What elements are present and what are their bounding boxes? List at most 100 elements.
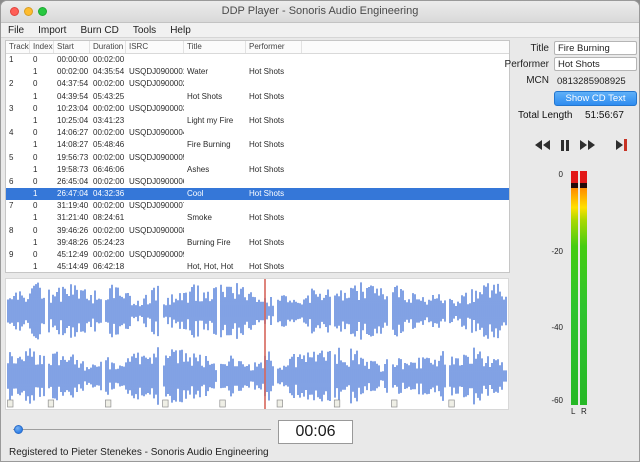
table-row[interactable]: 4 0 14:06:27 00:02:00 USQDJ0900004 bbox=[6, 127, 509, 139]
cell-title bbox=[184, 152, 246, 164]
cell-duration: 04:35:54 bbox=[93, 67, 125, 77]
col-header-isrc[interactable]: ISRC bbox=[126, 41, 184, 53]
menu-item-import[interactable]: Import bbox=[38, 25, 66, 36]
pause-button[interactable] bbox=[560, 139, 570, 152]
pause-icon bbox=[566, 139, 569, 151]
cell-performer bbox=[246, 225, 302, 237]
cell-spacer bbox=[302, 200, 509, 212]
table-row[interactable]: 9 0 45:12:49 00:02:00 USQDJ0900009 bbox=[6, 249, 509, 261]
col-header-title[interactable]: Title bbox=[184, 41, 246, 53]
cell-isrc bbox=[126, 188, 184, 200]
table-row[interactable]: 1 14:08:27 05:48:46 Fire Burning Hot Sho… bbox=[6, 139, 509, 151]
waveform-display[interactable] bbox=[5, 278, 509, 410]
cell-title: Light my Fire bbox=[187, 115, 234, 125]
zoom-slider[interactable] bbox=[13, 424, 271, 435]
cell-duration: 00:02:00 bbox=[93, 250, 125, 259]
cell-duration: 06:42:18 bbox=[93, 262, 125, 272]
table-row[interactable]: 7 0 31:19:40 00:02:00 USQDJ0900007 bbox=[6, 200, 509, 212]
track-marker-icon bbox=[391, 399, 398, 408]
col-header-track[interactable]: Track bbox=[6, 41, 30, 53]
cell-start: 19:58:73 bbox=[57, 164, 89, 174]
cell-title bbox=[184, 200, 246, 212]
cell-duration: 00:02:00 bbox=[93, 128, 125, 138]
cell-performer: Hot Shots bbox=[249, 140, 285, 150]
cell-start: 39:46:26 bbox=[57, 225, 89, 235]
col-header-index[interactable]: Index bbox=[30, 41, 54, 53]
cell-start: 19:56:73 bbox=[57, 152, 89, 162]
meter-clip-led bbox=[571, 171, 578, 183]
skip-to-end-marker-icon bbox=[624, 139, 627, 151]
table-row[interactable]: 1 04:39:54 05:43:25 Hot Shots Hot Shots bbox=[6, 91, 509, 103]
track-marker-icon bbox=[7, 399, 14, 408]
cell-isrc bbox=[126, 139, 184, 151]
cell-isrc: USQDJ0900005 bbox=[129, 152, 184, 162]
cell-isrc bbox=[126, 54, 184, 66]
cell-index: 0 bbox=[33, 79, 38, 89]
cell-duration: 03:41:23 bbox=[93, 115, 125, 125]
cell-start: 26:47:04 bbox=[57, 189, 89, 199]
cell-start: 31:19:40 bbox=[57, 201, 89, 211]
skip-to-end-button[interactable] bbox=[615, 138, 628, 152]
cell-spacer bbox=[302, 54, 509, 66]
table-row[interactable]: 1 26:47:04 04:32:36 Cool Hot Shots bbox=[6, 188, 509, 201]
cell-duration: 05:43:25 bbox=[93, 91, 125, 101]
table-row[interactable]: 1 45:14:49 06:42:18 Hot, Hot, Hot Hot Sh… bbox=[6, 261, 509, 272]
cell-start: 14:06:27 bbox=[57, 128, 89, 138]
cell-duration: 00:02:00 bbox=[93, 225, 125, 235]
cell-index: 1 bbox=[33, 67, 38, 77]
cell-performer: Hot Shots bbox=[249, 237, 285, 247]
cell-duration: 00:02:00 bbox=[93, 176, 125, 186]
menu-item-file[interactable]: File bbox=[8, 25, 24, 36]
menu-item-burn-cd[interactable]: Burn CD bbox=[80, 25, 118, 36]
table-row[interactable]: 1 10:25:04 03:41:23 Light my Fire Hot Sh… bbox=[6, 115, 509, 127]
cell-track bbox=[6, 237, 30, 249]
cell-track bbox=[6, 261, 30, 272]
meter-clip-led bbox=[580, 171, 587, 183]
cell-title: Hot, Hot, Hot bbox=[187, 262, 234, 272]
col-header-duration[interactable]: Duration bbox=[90, 41, 126, 53]
table-row[interactable]: 1 19:58:73 06:46:06 Ashes Hot Shots bbox=[6, 164, 509, 176]
waveform-lane-left bbox=[7, 282, 507, 340]
cell-index: 1 bbox=[33, 140, 38, 150]
cell-track bbox=[6, 188, 30, 200]
show-cd-text-button[interactable]: Show CD Text bbox=[554, 91, 637, 106]
table-row[interactable]: 1 00:02:00 04:35:54 USQDJ0900001 Water H… bbox=[6, 66, 509, 78]
cell-track bbox=[6, 164, 30, 176]
cell-performer: Hot Shots bbox=[249, 91, 285, 101]
cell-title: Water bbox=[187, 67, 209, 77]
cell-performer bbox=[246, 176, 302, 188]
transport-controls bbox=[534, 138, 628, 152]
cell-spacer bbox=[302, 237, 509, 249]
table-row[interactable]: 8 0 39:46:26 00:02:00 USQDJ0900008 bbox=[6, 225, 509, 237]
cell-duration: 05:24:23 bbox=[93, 237, 125, 247]
table-row[interactable]: 1 31:21:40 08:24:61 Smoke Hot Shots bbox=[6, 212, 509, 224]
fast-forward-button[interactable] bbox=[579, 139, 596, 151]
menu-item-tools[interactable]: Tools bbox=[133, 25, 156, 36]
table-row[interactable]: 2 0 04:37:54 00:02:00 USQDJ0900002 bbox=[6, 78, 509, 90]
slider-thumb[interactable] bbox=[14, 425, 23, 434]
col-header-performer[interactable]: Performer bbox=[246, 41, 302, 53]
cell-duration: 00:02:00 bbox=[93, 152, 125, 162]
col-header-start[interactable]: Start bbox=[54, 41, 90, 53]
rewind-icon bbox=[535, 140, 542, 150]
cell-index: 1 bbox=[33, 213, 38, 223]
cell-track: 9 bbox=[9, 250, 14, 259]
cell-isrc: USQDJ0900001 bbox=[129, 67, 184, 77]
menu-item-help[interactable]: Help bbox=[170, 25, 191, 36]
cell-index: 1 bbox=[33, 115, 38, 125]
table-row[interactable]: 3 0 10:23:04 00:02:00 USQDJ0900003 bbox=[6, 103, 509, 115]
cell-track: 6 bbox=[9, 176, 14, 186]
table-row[interactable]: 6 0 26:45:04 00:02:00 USQDJ0900006 bbox=[6, 176, 509, 188]
cell-spacer bbox=[302, 164, 509, 176]
rewind-button[interactable] bbox=[534, 139, 551, 151]
cell-isrc bbox=[126, 261, 184, 272]
slider-track[interactable] bbox=[13, 429, 271, 430]
title-field[interactable] bbox=[554, 41, 637, 55]
table-row[interactable]: 1 39:48:26 05:24:23 Burning Fire Hot Sho… bbox=[6, 237, 509, 249]
performer-field[interactable] bbox=[554, 57, 637, 71]
cell-performer: Hot Shots bbox=[249, 67, 285, 77]
table-row[interactable]: 1 0 00:00:00 00:02:00 bbox=[6, 54, 509, 66]
table-row[interactable]: 5 0 19:56:73 00:02:00 USQDJ0900005 bbox=[6, 152, 509, 164]
cell-performer bbox=[246, 78, 302, 90]
cell-index: 0 bbox=[33, 225, 38, 235]
